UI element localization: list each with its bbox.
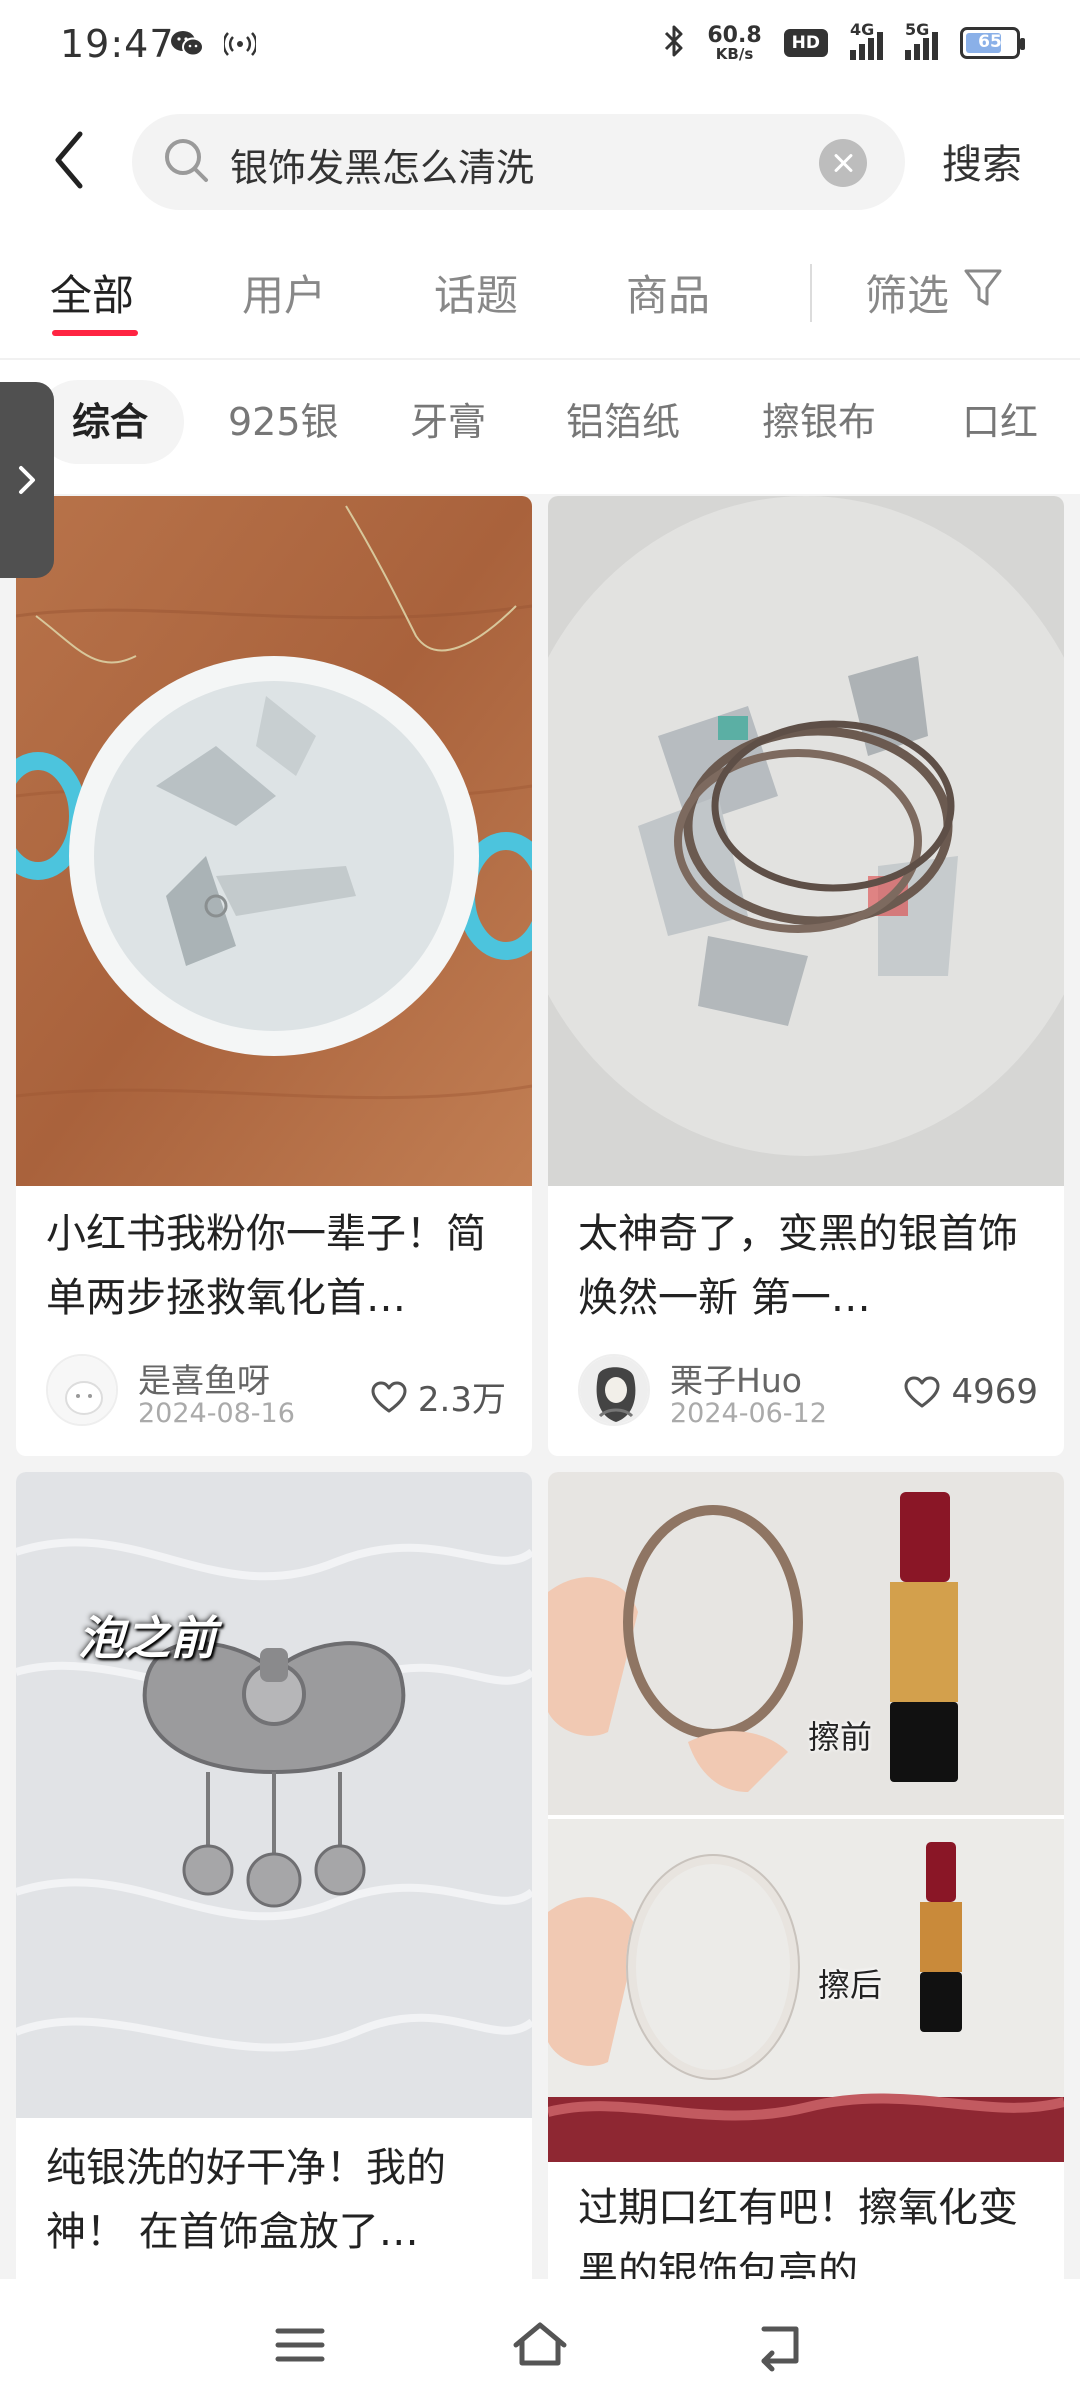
author-name[interactable]: 栗子Huo — [670, 1354, 802, 1402]
return-icon[interactable] — [750, 2315, 810, 2375]
chip-silver-cloth[interactable]: 擦银布 — [762, 380, 876, 464]
chip-aluminum-foil[interactable]: 铝箔纸 — [566, 380, 680, 464]
filter-icon — [963, 266, 1003, 320]
tab-topics[interactable]: 话题 — [434, 262, 518, 323]
wechat-icon — [170, 30, 204, 62]
note-title[interactable]: 过期口红有吧！擦氧化变黑的银饰包亮的… — [578, 2176, 1038, 2279]
hd-voice-badge: HD — [783, 29, 828, 57]
hotspot-icon — [222, 30, 258, 62]
chevron-right-icon — [19, 466, 35, 494]
notes-feed[interactable]: 小红书我粉你一辈子！简单两步拯救氧化首… 是喜鱼呀 2024-08-16 2.3… — [0, 494, 1080, 2279]
note-meta: 栗子Huo 2024-06-12 4969 — [578, 1354, 1038, 1434]
home-icon[interactable] — [510, 2315, 570, 2375]
search-button[interactable]: 搜索 — [942, 132, 1022, 190]
active-tab-indicator — [52, 330, 138, 336]
search-input[interactable]: 银饰发黑怎么清洗 — [132, 114, 905, 210]
result-type-tabs: 全部 用户 话题 商品 筛选 — [0, 250, 1080, 360]
post-date: 2024-08-16 — [138, 1398, 295, 1429]
image-caption-before: 擦前 — [808, 1718, 873, 1756]
like-count: 2.3万 — [417, 1380, 506, 1420]
post-date: 2024-06-12 — [670, 1398, 827, 1429]
chip-lipstick[interactable]: 口红 — [962, 380, 1038, 464]
image-caption-after: 擦后 — [818, 1966, 883, 2004]
filter-label: 筛选 — [865, 271, 950, 320]
status-left-icons — [170, 30, 258, 62]
system-navigation-bar — [0, 2279, 1080, 2404]
tab-divider — [810, 264, 812, 322]
tab-products[interactable]: 商品 — [626, 262, 710, 323]
note-card[interactable]: 太神奇了，变黑的银首饰焕然一新 第一… 栗子Huo 2024-06-12 496… — [548, 496, 1064, 1456]
status-time: 19:47 — [60, 22, 175, 66]
image-caption: 泡之前 — [78, 1611, 216, 1665]
signal-4g-label: 4G — [850, 20, 875, 39]
author-avatar[interactable] — [578, 1354, 650, 1426]
chip-comprehensive[interactable]: 综合 — [36, 380, 185, 464]
signal-5g-label: 5G — [905, 20, 930, 39]
like-button[interactable]: 2.3万 — [370, 1372, 506, 1421]
network-speed-value: 60.8 — [707, 22, 762, 48]
note-card[interactable]: 小红书我粉你一辈子！简单两步拯救氧化首… 是喜鱼呀 2024-08-16 2.3… — [16, 496, 532, 1456]
chip-925-silver[interactable]: 925银 — [228, 380, 339, 464]
heart-icon — [371, 1381, 407, 1412]
battery-level: 65 — [978, 32, 1002, 52]
search-icon — [162, 136, 212, 190]
note-meta: 是喜鱼呀 2024-08-16 2.3万 — [46, 1354, 506, 1434]
status-right-icons: 60.8 KB/s HD 4G 5G 65 — [663, 20, 1025, 63]
status-bar: 19:47 60.8 KB/s HD 4G 5G 65 — [0, 0, 1080, 100]
battery-icon: 65 — [960, 27, 1025, 59]
note-cover-image[interactable] — [548, 496, 1064, 1186]
search-query-text: 银饰发黑怎么清洗 — [230, 146, 535, 190]
note-title[interactable]: 太神奇了，变黑的银首饰焕然一新 第一… — [578, 1202, 1038, 1330]
heart-icon — [904, 1376, 940, 1408]
sub-filter-chips: 综合 925银 牙膏 铝箔纸 擦银布 口红 — [0, 378, 1080, 468]
note-title[interactable]: 小红书我粉你一辈子！简单两步拯救氧化首… — [46, 1202, 506, 1330]
note-cover-image[interactable]: 泡之前 — [16, 1472, 532, 2118]
author-avatar[interactable] — [46, 1354, 118, 1426]
signal-5g-icon: 5G — [905, 20, 938, 60]
network-speed-unit: KB/s — [715, 44, 754, 63]
tab-all[interactable]: 全部 — [50, 262, 134, 323]
like-button[interactable]: 4969 — [903, 1372, 1038, 1412]
back-button[interactable] — [50, 128, 100, 198]
note-cover-image[interactable] — [16, 496, 532, 1186]
menu-icon[interactable] — [270, 2315, 330, 2375]
side-drawer-handle[interactable] — [0, 382, 54, 578]
note-card[interactable]: 擦前 擦后 过期口红有吧！擦氧化变黑的银饰包亮的… — [548, 1472, 1064, 2279]
network-speed: 60.8 KB/s — [707, 22, 762, 63]
chevron-left-icon — [55, 131, 83, 189]
signal-4g-icon: 4G — [850, 20, 883, 60]
chip-toothpaste[interactable]: 牙膏 — [410, 380, 486, 464]
filter-button[interactable]: 筛选 — [865, 262, 1003, 323]
tab-users[interactable]: 用户 — [242, 262, 326, 323]
like-count: 4969 — [951, 1372, 1038, 1412]
bluetooth-icon — [663, 24, 685, 62]
clear-icon[interactable] — [819, 139, 867, 187]
header-divider — [0, 358, 1080, 360]
note-title[interactable]: 纯银洗的好干净！我的神！ 在首饰盒放了… — [46, 2136, 506, 2264]
note-cover-image[interactable]: 擦前 擦后 — [548, 1472, 1064, 2162]
note-card[interactable]: 泡之前 纯银洗的好干净！我的神！ 在首饰盒放了… — [16, 1472, 532, 2279]
author-name[interactable]: 是喜鱼呀 — [138, 1354, 270, 1402]
